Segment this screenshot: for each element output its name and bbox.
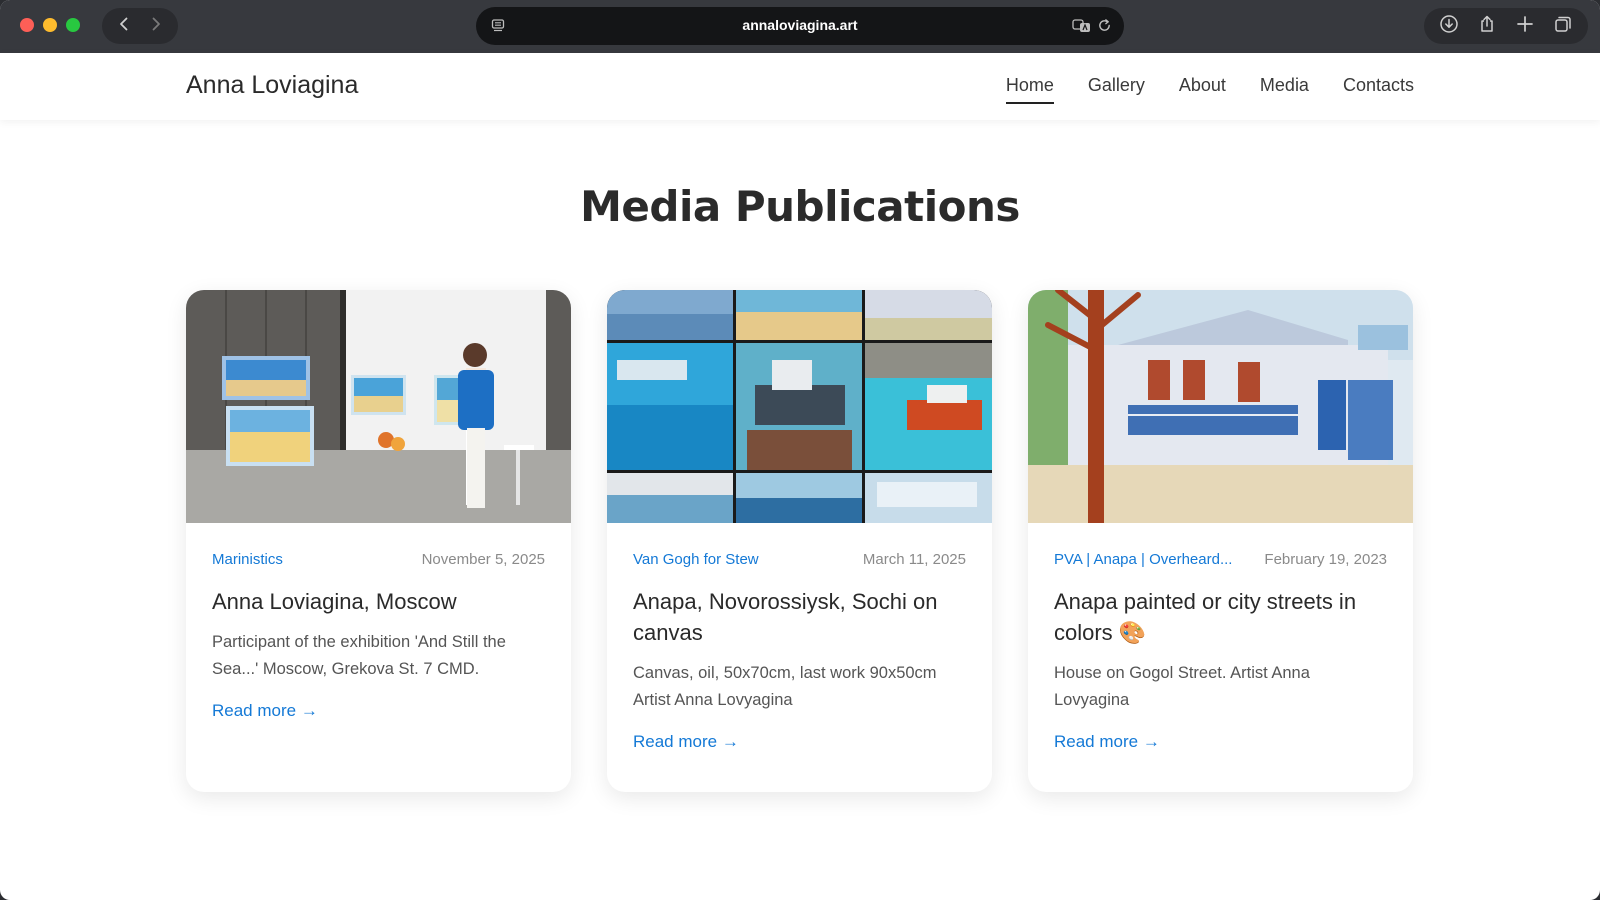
translate-icon[interactable] bbox=[1072, 18, 1092, 34]
browser-window: annaloviagina.art Anna Loviagina Home Ga… bbox=[0, 0, 1600, 900]
card-body: Van Gogh for Stew March 11, 2025 Anapa, … bbox=[607, 523, 992, 752]
card-category[interactable]: Marinistics bbox=[212, 551, 283, 568]
page-title: Media Publications bbox=[580, 182, 1020, 231]
card-date: March 11, 2025 bbox=[862, 551, 966, 568]
card-category[interactable]: Van Gogh for Stew bbox=[633, 551, 759, 568]
back-button[interactable] bbox=[116, 16, 132, 36]
chevron-right-icon bbox=[152, 17, 160, 31]
address-bar[interactable]: annaloviagina.art bbox=[476, 7, 1124, 45]
card-category[interactable]: PVA | Anapa | Overheard... bbox=[1054, 551, 1232, 568]
history-navigation bbox=[102, 8, 178, 44]
publication-card[interactable]: Van Gogh for Stew March 11, 2025 Anapa, … bbox=[607, 290, 992, 792]
card-description: Canvas, oil, 50x70cm, last work 90x50cm … bbox=[633, 664, 937, 709]
new-tab-button[interactable] bbox=[1515, 14, 1535, 38]
publication-card[interactable]: PVA | Anapa | Overheard... February 19, … bbox=[1028, 290, 1413, 792]
forward-button[interactable] bbox=[148, 16, 164, 36]
card-description: House on Gogol Street. Artist Anna Lovya… bbox=[1054, 664, 1310, 709]
card-meta: PVA | Anapa | Overheard... February 19, … bbox=[1054, 551, 1387, 568]
nav-about[interactable]: About bbox=[1179, 75, 1226, 100]
card-body: Marinistics November 5, 2025 Anna Loviag… bbox=[186, 523, 571, 721]
read-more-link[interactable]: Read more → bbox=[1054, 732, 1160, 752]
publication-cards: Marinistics November 5, 2025 Anna Loviag… bbox=[186, 290, 1414, 792]
main-navigation: Home Gallery About Media Contacts bbox=[1005, 75, 1414, 104]
share-button[interactable] bbox=[1477, 14, 1497, 38]
card-meta: Marinistics November 5, 2025 bbox=[212, 551, 545, 568]
close-window-button[interactable] bbox=[20, 18, 34, 32]
card-title[interactable]: Anna Loviagina, Moscow bbox=[212, 586, 545, 617]
card-title[interactable]: Anapa, Novorossiysk, Sochi on canvas bbox=[633, 586, 966, 648]
reload-icon[interactable] bbox=[1097, 18, 1112, 33]
card-image-exhibition[interactable] bbox=[186, 290, 571, 523]
tab-overview-button[interactable] bbox=[1553, 14, 1573, 38]
chevron-left-icon bbox=[120, 17, 128, 31]
card-title[interactable]: Anapa painted or city streets in colors … bbox=[1054, 586, 1387, 648]
card-body: PVA | Anapa | Overheard... February 19, … bbox=[1028, 523, 1413, 752]
browser-actions bbox=[1424, 8, 1588, 44]
nav-home[interactable]: Home bbox=[1005, 75, 1054, 104]
card-image-street[interactable] bbox=[1028, 290, 1413, 523]
nav-gallery[interactable]: Gallery bbox=[1088, 75, 1145, 100]
plus-icon bbox=[1517, 16, 1533, 32]
window-controls bbox=[20, 18, 80, 32]
browser-toolbar: annaloviagina.art bbox=[0, 0, 1600, 53]
exhibition-photo bbox=[186, 290, 571, 523]
download-icon bbox=[1440, 15, 1458, 33]
street-painting bbox=[1028, 290, 1413, 523]
site-header: Anna Loviagina Home Gallery About Media … bbox=[0, 53, 1600, 120]
read-more-link[interactable]: Read more → bbox=[633, 732, 739, 752]
nav-contacts[interactable]: Contacts bbox=[1343, 75, 1414, 100]
url-text[interactable]: annaloviagina.art bbox=[476, 17, 1124, 33]
card-image-collage[interactable] bbox=[607, 290, 992, 523]
paintings-collage bbox=[607, 290, 992, 523]
site-logo[interactable]: Anna Loviagina bbox=[186, 71, 358, 100]
minimize-window-button[interactable] bbox=[43, 18, 57, 32]
nav-media[interactable]: Media bbox=[1260, 75, 1309, 100]
publication-card[interactable]: Marinistics November 5, 2025 Anna Loviag… bbox=[186, 290, 571, 792]
tabs-icon bbox=[1555, 16, 1571, 32]
card-description: Participant of the exhibition 'And Still… bbox=[212, 633, 506, 678]
card-date: November 5, 2025 bbox=[421, 551, 545, 568]
maximize-window-button[interactable] bbox=[66, 18, 80, 32]
card-meta: Van Gogh for Stew March 11, 2025 bbox=[633, 551, 966, 568]
read-more-link[interactable]: Read more → bbox=[212, 701, 318, 721]
card-date: February 19, 2023 bbox=[1264, 551, 1387, 568]
downloads-button[interactable] bbox=[1439, 14, 1459, 38]
share-icon bbox=[1481, 15, 1493, 32]
